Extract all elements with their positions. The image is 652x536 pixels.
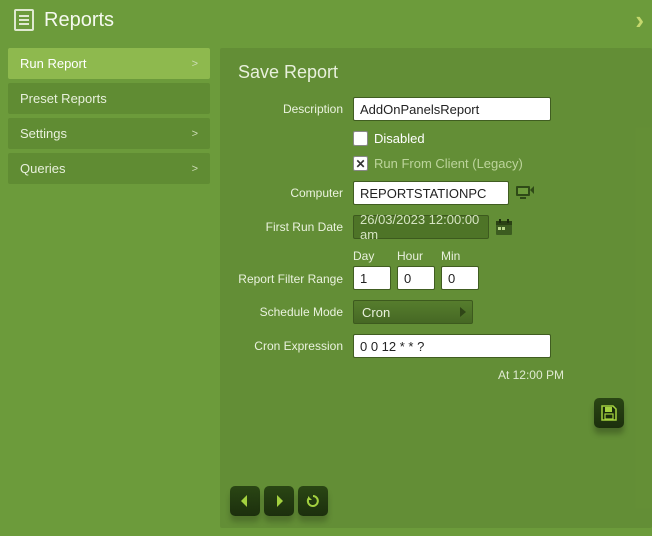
prev-button[interactable]: [230, 486, 260, 516]
row-computer: Computer: [238, 181, 634, 205]
save-button[interactable]: [594, 398, 624, 428]
description-input[interactable]: [353, 97, 551, 121]
sidebar-item-preset-reports[interactable]: Preset Reports: [8, 83, 210, 114]
label-computer: Computer: [238, 186, 353, 200]
chevron-right-icon: >: [192, 128, 198, 140]
cron-note: At 12:00 PM: [238, 368, 634, 382]
main-layout: Run Report > Preset Reports Settings > Q…: [0, 40, 652, 536]
schedule-mode-select[interactable]: Cron: [353, 300, 473, 324]
label-description: Description: [238, 102, 353, 116]
row-first-run-date: First Run Date 26/03/2023 12:00:00 am: [238, 215, 634, 239]
sidebar-item-label: Preset Reports: [20, 91, 107, 106]
save-report-panel: Save Report Description Disabled Run Fro…: [220, 48, 652, 528]
sidebar: Run Report > Preset Reports Settings > Q…: [8, 48, 210, 528]
label-cron-expression: Cron Expression: [238, 339, 353, 353]
dropdown-arrow-icon: [460, 307, 466, 317]
disk-save-icon: [600, 404, 618, 422]
col-day: Day: [353, 249, 391, 290]
cron-expression-input[interactable]: [353, 334, 551, 358]
page-title: Reports: [44, 9, 114, 32]
label-schedule-mode: Schedule Mode: [238, 305, 353, 319]
row-run-from-client: Run From Client (Legacy): [238, 156, 634, 171]
run-from-client-checkbox[interactable]: [353, 156, 368, 171]
label-min: Min: [441, 249, 479, 263]
panel-title: Save Report: [238, 62, 634, 83]
chevron-right-icon: >: [192, 163, 198, 175]
row-filter-range: Report Filter Range Day Hour Min: [238, 249, 634, 290]
label-hour: Hour: [397, 249, 435, 263]
computer-input[interactable]: [353, 181, 509, 205]
sidebar-item-settings[interactable]: Settings >: [8, 118, 210, 149]
sidebar-item-queries[interactable]: Queries >: [8, 153, 210, 184]
row-schedule-mode: Schedule Mode Cron: [238, 300, 634, 324]
row-cron-expression: Cron Expression: [238, 334, 634, 358]
schedule-mode-value: Cron: [362, 305, 390, 320]
wizard-nav: [230, 486, 328, 516]
page-header: Reports ›: [0, 0, 652, 40]
min-input[interactable]: [441, 266, 479, 290]
first-run-date-display: 26/03/2023 12:00:00 am: [353, 215, 489, 239]
row-description: Description: [238, 97, 634, 121]
close-icon[interactable]: ›: [635, 7, 644, 33]
sidebar-item-label: Queries: [20, 161, 66, 176]
label-day: Day: [353, 249, 391, 263]
arrow-right-icon: [271, 493, 287, 509]
col-min: Min: [441, 249, 479, 290]
browse-computer-icon[interactable]: [515, 184, 535, 202]
sidebar-item-label: Run Report: [20, 56, 86, 71]
disabled-checkbox[interactable]: [353, 131, 368, 146]
report-doc-icon: [14, 9, 34, 31]
sidebar-item-run-report[interactable]: Run Report >: [8, 48, 210, 79]
sidebar-item-label: Settings: [20, 126, 67, 141]
hour-input[interactable]: [397, 266, 435, 290]
day-input[interactable]: [353, 266, 391, 290]
calendar-icon[interactable]: [495, 218, 513, 236]
row-disabled: Disabled: [238, 131, 634, 146]
next-button[interactable]: [264, 486, 294, 516]
chevron-right-icon: >: [192, 58, 198, 70]
label-first-run-date: First Run Date: [238, 220, 353, 234]
col-hour: Hour: [397, 249, 435, 290]
refresh-icon: [305, 493, 321, 509]
label-report-filter-range: Report Filter Range: [238, 272, 353, 290]
arrow-left-icon: [237, 493, 253, 509]
label-run-from-client: Run From Client (Legacy): [374, 156, 523, 171]
label-disabled: Disabled: [374, 131, 425, 146]
refresh-button[interactable]: [298, 486, 328, 516]
